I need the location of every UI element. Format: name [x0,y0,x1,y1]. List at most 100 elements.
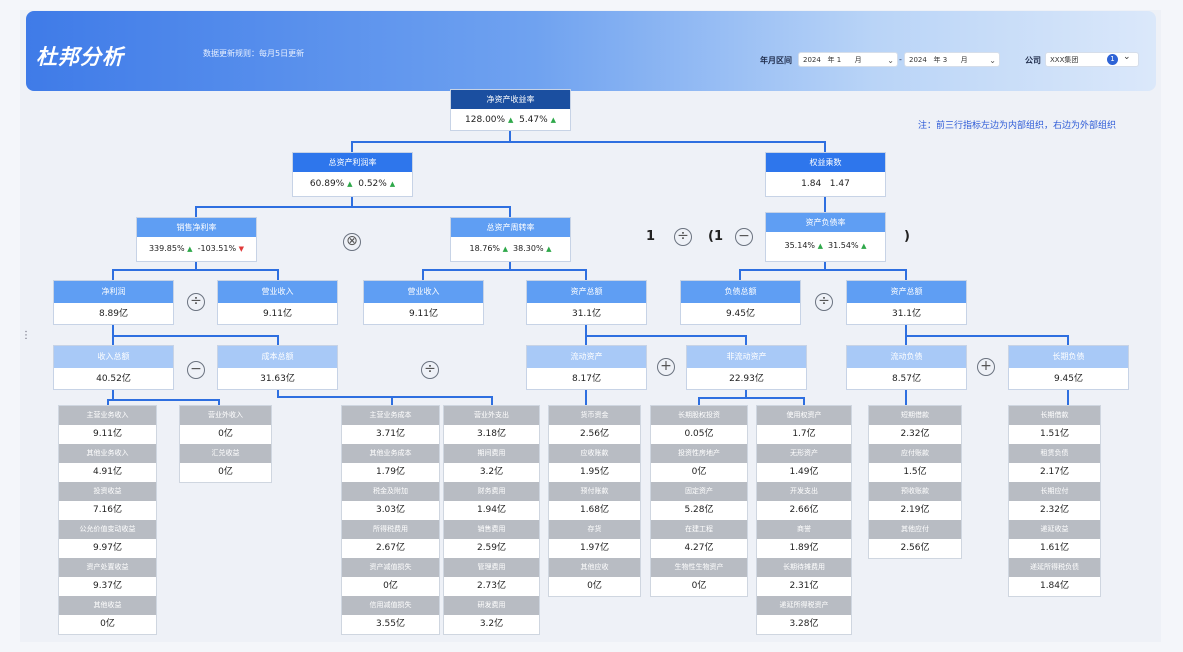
node-longterm-liabilities[interactable]: 长期负债 9.45亿 [1008,345,1129,390]
leaf-value: 2.73亿 [444,577,539,596]
minus-operator-icon: − [187,361,205,379]
formula-close: ) [904,229,910,244]
leaf-label: 财务费用 [444,482,539,501]
trend-down-icon: ▼ [238,245,245,253]
leaf-value: 1.79亿 [342,463,439,482]
node-value-external: 31.54% [828,241,859,250]
leaf-label: 研发费用 [444,596,539,615]
leaf-label: 开发支出 [757,482,851,501]
leaf-value: 0.05亿 [651,425,747,444]
leaf-label: 递延收益 [1009,520,1100,539]
leaf-value: 1.84亿 [1009,577,1100,596]
node-label: 权益乘数 [766,153,885,172]
formula-one: 1 [646,229,656,244]
node-value-internal: 1.84 [801,179,822,189]
node-label: 长期负债 [1009,346,1128,368]
node-current-liabilities[interactable]: 流动负债 8.57亿 [846,345,967,390]
leaf-column-current-liabilities: 短期借款 2.32亿 应付账款 1.5亿 预收账款 2.19亿 其他应付 2.56亿 [868,405,962,559]
leaf-label: 应付账款 [869,444,961,463]
plus-operator-icon: + [977,358,995,376]
node-roe[interactable]: 净资产收益率 128.00% ▲ 5.47% ▲ [450,89,571,131]
leaf-value: 1.51亿 [1009,425,1100,444]
node-total-assets[interactable]: 资产总额 31.1亿 [526,280,647,325]
leaf-column-other-income: 营业外收入 0亿 汇兑收益 0亿 [179,405,272,483]
leaf-label: 在建工程 [651,520,747,539]
leaf-value: 0亿 [180,463,271,482]
node-net-profit[interactable]: 净利润 8.89亿 [53,280,174,325]
node-asset-turnover[interactable]: 总资产周转率 18.76% ▲ 38.30% ▲ [450,217,571,262]
leaf-label: 使用权资产 [757,406,851,425]
leaf-value: 2.66亿 [757,501,851,520]
leaf-value: 2.67亿 [342,539,439,558]
leaf-value: 5.28亿 [651,501,747,520]
leaf-value: 4.91亿 [59,463,156,482]
leaf-value: 2.56亿 [549,425,640,444]
leaf-value: 0亿 [342,577,439,596]
node-debt-ratio[interactable]: 资产负债率 35.14% ▲ 31.54% ▲ [765,212,886,262]
leaf-value: 3.2亿 [444,615,539,634]
minus-operator-icon: − [735,228,753,246]
node-value-internal: 339.85% [148,244,185,253]
leaf-label: 生物性生物资产 [651,558,747,577]
node-label: 营业收入 [364,281,483,303]
leaf-value: 2.17亿 [1009,463,1100,482]
node-total-liabilities[interactable]: 负债总额 9.45亿 [680,280,801,325]
trend-up-icon: ▲ [507,116,514,124]
leaf-label: 其他应付 [869,520,961,539]
trend-up-icon: ▲ [861,242,867,250]
trend-up-icon: ▲ [502,245,508,253]
leaf-label: 投资性房地产 [651,444,747,463]
leaf-label: 固定资产 [651,482,747,501]
divide-operator-icon: ÷ [421,361,439,379]
leaf-label: 长期借款 [1009,406,1100,425]
leaf-value: 4.27亿 [651,539,747,558]
node-net-margin[interactable]: 销售净利率 339.85% ▲ -103.51% ▼ [136,217,257,262]
node-total-income[interactable]: 收入总额 40.52亿 [53,345,174,390]
node-value-internal: 128.00% [465,115,506,125]
node-current-assets[interactable]: 流动资产 8.17亿 [526,345,647,390]
node-value: 9.45亿 [725,309,756,319]
node-revenue[interactable]: 营业收入 9.11亿 [217,280,338,325]
leaf-value: 9.11亿 [59,425,156,444]
leaf-value: 0亿 [59,615,156,634]
node-value: 8.17亿 [571,374,602,384]
leaf-column-noncurrent-assets-b: 使用权资产 1.7亿 无形资产 1.49亿 开发支出 2.66亿 商誉 1.89亿 长期… [756,405,852,635]
leaf-column-current-assets: 货币资金 2.56亿 应收账款 1.95亿 预付账款 1.68亿 存货 1.97亿 其他… [548,405,641,597]
leaf-label: 公允价值变动收益 [59,520,156,539]
leaf-column-longterm-liabilities: 长期借款 1.51亿 租赁负债 2.17亿 长期应付 2.32亿 递延收益 1.61亿 … [1008,405,1101,597]
leaf-value: 1.5亿 [869,463,961,482]
leaf-value: 1.89亿 [757,539,851,558]
node-label: 总资产周转率 [451,218,570,237]
node-equity-multiplier[interactable]: 权益乘数 1.84 1.47 [765,152,886,197]
node-value: 31.1亿 [571,309,602,319]
leaf-value: 1.49亿 [757,463,851,482]
leaf-label: 预收账款 [869,482,961,501]
leaf-value: 9.97亿 [59,539,156,558]
leaf-label: 其他业务收入 [59,444,156,463]
trend-up-icon: ▲ [187,245,193,253]
node-total-assets[interactable]: 资产总额 31.1亿 [846,280,967,325]
node-label: 非流动资产 [687,346,806,368]
node-label: 流动负债 [847,346,966,368]
leaf-value: 3.2亿 [444,463,539,482]
leaf-value: 1.97亿 [549,539,640,558]
node-total-cost[interactable]: 成本总额 31.63亿 [217,345,338,390]
node-noncurrent-assets[interactable]: 非流动资产 22.93亿 [686,345,807,390]
leaf-label: 主营业务成本 [342,406,439,425]
node-roa[interactable]: 总资产利润率 60.89% ▲ 0.52% ▲ [292,152,413,197]
leaf-label: 长期股权投资 [651,406,747,425]
node-revenue[interactable]: 营业收入 9.11亿 [363,280,484,325]
leaf-value: 9.37亿 [59,577,156,596]
node-value-internal: 35.14% [784,241,816,250]
node-label: 收入总额 [54,346,173,368]
leaf-value: 3.28亿 [757,615,851,634]
leaf-value: 3.55亿 [342,615,439,634]
trend-up-icon: ▲ [347,180,353,188]
node-value: 9.11亿 [262,309,293,319]
leaf-value: 2.32亿 [1009,501,1100,520]
leaf-label: 营业外收入 [180,406,271,425]
node-value: 9.11亿 [408,309,439,319]
leaf-label: 主营业务收入 [59,406,156,425]
node-value: 9.45亿 [1053,374,1084,384]
node-label: 成本总额 [218,346,337,368]
